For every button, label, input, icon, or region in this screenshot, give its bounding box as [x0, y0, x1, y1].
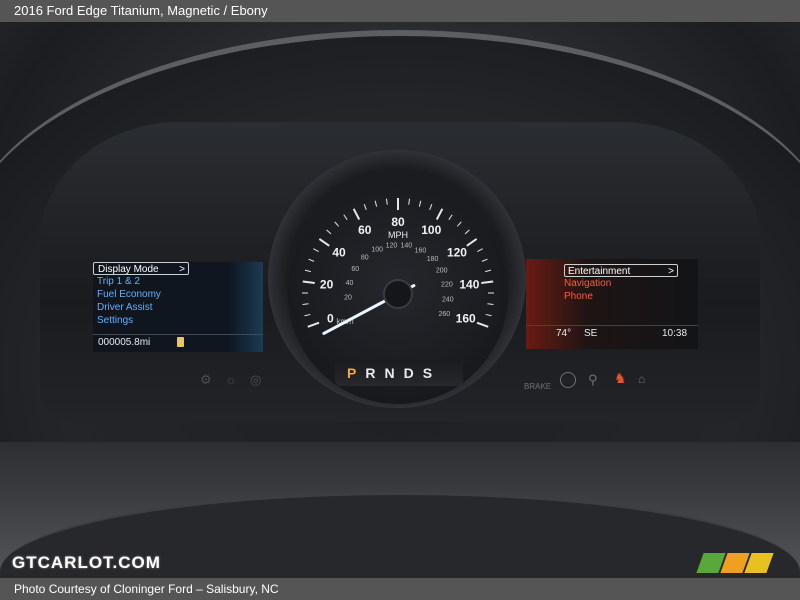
mph-tick-label: 0 — [327, 312, 334, 326]
mph-tick — [464, 229, 470, 235]
kmh-tick-label: 20 — [344, 295, 352, 302]
photo-credit: Photo Courtesy of Cloninger Ford – Salis… — [0, 578, 800, 600]
mph-tick — [308, 258, 315, 262]
mph-tick — [408, 198, 410, 205]
mph-tick — [485, 313, 492, 317]
needle-hub — [383, 279, 413, 309]
mph-tick-label: 160 — [456, 312, 476, 326]
kmh-tick-label: 40 — [346, 280, 354, 287]
mph-tick — [352, 208, 361, 220]
mph-tick — [456, 221, 462, 227]
mph-tick — [363, 203, 367, 210]
mph-tick — [481, 258, 488, 262]
mph-tick — [304, 269, 311, 273]
mph-tick — [485, 269, 492, 273]
gear-indicator: PRNDS — [335, 360, 463, 386]
kmh-tick-label: 60 — [351, 266, 359, 273]
mph-tick-label: 40 — [332, 246, 346, 260]
mph-tick-label: 80 — [391, 215, 405, 229]
gear-p: P — [347, 365, 366, 381]
mph-tick — [386, 198, 388, 205]
gear-r: R — [365, 365, 385, 381]
kmh-tick-label: 240 — [442, 296, 454, 303]
mph-tick-label: 140 — [459, 278, 479, 292]
mph-tick-label: 60 — [358, 223, 372, 237]
mph-tick-label: 100 — [421, 223, 441, 237]
kmh-tick-label: 80 — [361, 255, 369, 262]
mph-tick — [429, 203, 433, 210]
site-watermark: GTCARLOT.COM — [12, 553, 161, 572]
abs-warning-icon — [560, 372, 576, 388]
mph-tick — [326, 229, 332, 235]
mph-tick — [313, 248, 319, 253]
mph-tick — [304, 313, 311, 317]
kmh-tick-label: 180 — [427, 256, 439, 263]
kmh-tick-label: 140 — [401, 243, 413, 250]
mph-tick — [487, 303, 494, 305]
kmh-tick-label: 100 — [371, 247, 383, 254]
speedometer: 020406080100120140160 20406080100120 1401… — [302, 198, 494, 335]
mph-tick — [318, 238, 330, 247]
kmh-tick-label: 160 — [415, 247, 427, 254]
mph-tick — [334, 221, 340, 227]
gear-s: S — [422, 365, 442, 381]
mph-tick — [476, 321, 489, 328]
airbag-icon: ♞ — [614, 370, 627, 386]
mph-tick — [307, 321, 320, 328]
mph-tick — [466, 238, 478, 247]
mph-tick — [477, 248, 483, 253]
seatbelt-icon: ⚲ — [588, 372, 598, 387]
mph-tick-label: 120 — [447, 246, 467, 260]
mph-tick-label: 20 — [320, 278, 334, 292]
brake-warning-icon: BRAKE — [524, 382, 552, 391]
mph-tick — [481, 280, 494, 285]
engine-warning-icon: ⚙ — [200, 372, 212, 387]
gear-d: D — [403, 365, 423, 381]
unit-label: MPH — [388, 230, 408, 240]
kmh-tick-label: 260 — [438, 311, 450, 318]
dealer-logo — [696, 553, 774, 573]
mph-tick — [435, 208, 444, 220]
mph-tick — [418, 200, 422, 207]
oil-pressure-icon: ◎ — [250, 372, 262, 387]
gear-n: N — [384, 365, 404, 381]
kmh-tick-label: 200 — [436, 268, 448, 275]
mph-tick — [374, 200, 378, 207]
traction-control-icon: ⌂ — [638, 372, 646, 386]
high-beam-icon: ☼ — [225, 372, 237, 387]
kmh-tick-label: 120 — [386, 242, 398, 249]
mph-tick — [343, 214, 348, 220]
mph-tick — [302, 303, 309, 305]
mph-tick — [302, 280, 315, 285]
kmh-tick-label: 220 — [441, 282, 453, 289]
mph-tick — [448, 214, 453, 220]
